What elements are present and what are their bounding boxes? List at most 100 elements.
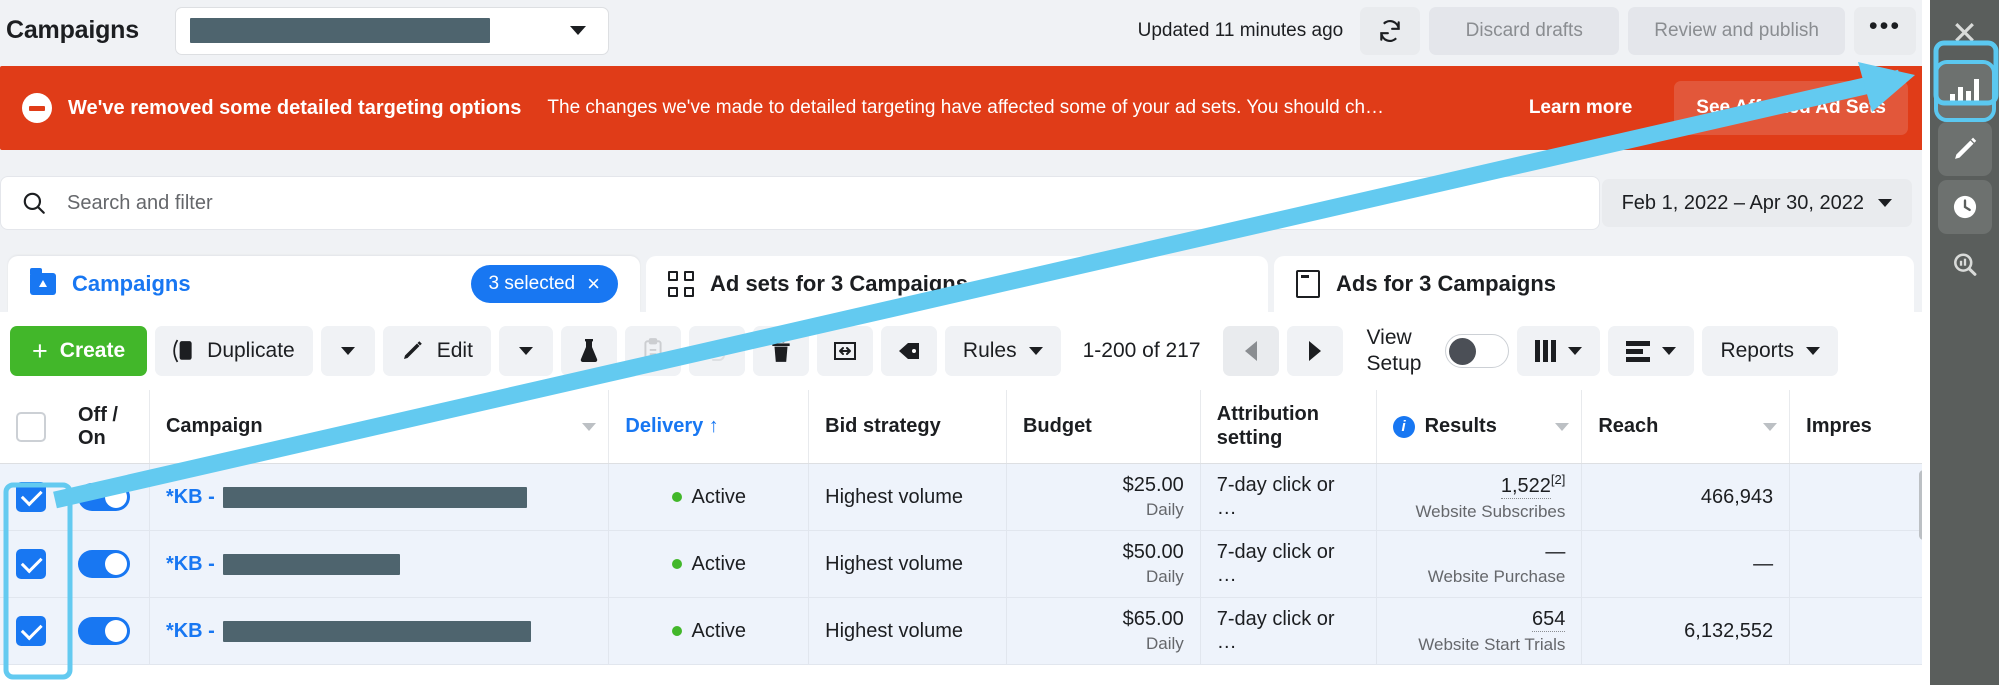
- edit-button[interactable]: Edit: [382, 326, 491, 376]
- row-campaign-name[interactable]: *KB -: [150, 531, 610, 597]
- review-and-publish-button[interactable]: Review and publish: [1628, 6, 1845, 55]
- create-button[interactable]: + Create: [10, 326, 148, 376]
- row-attribution: 7-day click or …: [1201, 464, 1377, 530]
- tab-ads[interactable]: Ads for 3 Campaigns: [1274, 256, 1914, 312]
- learn-more-link[interactable]: Learn more: [1529, 97, 1632, 119]
- delete-button[interactable]: [752, 326, 809, 376]
- breakdown-icon: [1626, 340, 1651, 362]
- table-row[interactable]: *KB - Active Highest volume $25.00 Daily…: [0, 464, 1930, 531]
- column-header-delivery[interactable]: Delivery ↑: [609, 390, 810, 463]
- pencil-icon: [1954, 137, 1976, 159]
- budget-amount: $25.00: [1122, 474, 1184, 496]
- refresh-button[interactable]: [1360, 6, 1421, 55]
- on-off-switch[interactable]: [78, 483, 130, 511]
- clipboard-button[interactable]: [624, 326, 681, 376]
- search-icon: [23, 192, 45, 214]
- results-footnote: [2]: [1550, 472, 1566, 488]
- column-header-attribution-setting: Attribution setting: [1201, 390, 1377, 463]
- checkbox-icon[interactable]: [16, 411, 46, 442]
- see-affected-ad-sets-button[interactable]: See Affected Ad Sets: [1674, 81, 1908, 135]
- row-delivery: Active: [609, 531, 810, 597]
- sidebar-item-inspect[interactable]: [1938, 238, 1992, 292]
- chevron-down-icon[interactable]: [1555, 422, 1570, 431]
- table-header-row: Off / On Campaign Delivery ↑ Bid strateg…: [0, 390, 1930, 464]
- column-header-campaign[interactable]: Campaign: [150, 390, 610, 463]
- bar-chart-icon: [1950, 79, 1979, 103]
- chevron-down-icon: [340, 347, 355, 355]
- clock-icon: [1953, 195, 1976, 219]
- app-root: Campaigns Updated 11 minutes ago Discard…: [0, 0, 1999, 685]
- columns-button[interactable]: [1517, 326, 1601, 376]
- reports-label: Reports: [1720, 339, 1794, 362]
- sidebar-item-charts[interactable]: [1933, 60, 1996, 122]
- row-bid-strategy: Highest volume: [809, 531, 1007, 597]
- edit-dropdown-button[interactable]: [498, 326, 553, 376]
- view-setup-toggle[interactable]: [1445, 334, 1510, 368]
- more-options-button[interactable]: •••: [1854, 6, 1916, 55]
- account-selector[interactable]: [174, 6, 609, 55]
- tab-ad-sets[interactable]: Ad sets for 3 Campaigns: [646, 256, 1268, 312]
- budget-period: Daily: [1145, 567, 1184, 586]
- entity-tabs: Campaigns 3 selected × Ad sets for 3 Cam…: [0, 250, 1930, 312]
- discard-drafts-button[interactable]: Discard drafts: [1429, 6, 1620, 55]
- checkbox-checked-icon[interactable]: [16, 482, 46, 512]
- row-impressions: [1790, 598, 1930, 664]
- duplicate-button[interactable]: Duplicate: [155, 326, 313, 376]
- rules-button[interactable]: Rules: [944, 326, 1061, 376]
- checkbox-checked-icon[interactable]: [16, 616, 46, 646]
- results-type: Website Purchase: [1427, 567, 1566, 586]
- column-header-reach[interactable]: Reach: [1582, 390, 1791, 463]
- export-button[interactable]: [816, 326, 873, 376]
- row-campaign-name[interactable]: *KB -: [150, 464, 610, 530]
- column-header-budget: Budget: [1007, 390, 1201, 463]
- budget-period: Daily: [1145, 500, 1184, 519]
- search-input[interactable]: Search and filter: [0, 176, 1600, 230]
- close-icon[interactable]: ×: [587, 273, 600, 295]
- sidebar-divider: [1922, 0, 1930, 685]
- row-results: 1,522[2] Website Subscribes: [1377, 464, 1583, 530]
- date-range-label: Feb 1, 2022 – Apr 30, 2022: [1621, 191, 1864, 214]
- row-checkbox[interactable]: [0, 598, 62, 664]
- checkbox-checked-icon[interactable]: [16, 549, 46, 579]
- row-impressions: [1790, 531, 1930, 597]
- row-toggle[interactable]: [62, 464, 150, 530]
- budget-amount: $65.00: [1122, 608, 1184, 630]
- date-range-picker[interactable]: Feb 1, 2022 – Apr 30, 2022: [1601, 179, 1912, 227]
- tab-campaigns[interactable]: Campaigns 3 selected ×: [8, 256, 640, 312]
- row-toggle[interactable]: [62, 531, 150, 597]
- tag-icon: [898, 343, 919, 359]
- column-header-results[interactable]: i Results: [1377, 390, 1583, 463]
- reports-button[interactable]: Reports: [1702, 326, 1838, 376]
- status-dot-active: [671, 559, 682, 569]
- info-icon[interactable]: i: [1392, 415, 1415, 438]
- duplicate-dropdown-button[interactable]: [320, 326, 375, 376]
- selected-count-badge[interactable]: 3 selected ×: [470, 265, 618, 303]
- tab-ads-label: Ads for 3 Campaigns: [1336, 271, 1557, 296]
- undo-button[interactable]: [688, 326, 745, 376]
- select-all-header[interactable]: [0, 390, 62, 463]
- sidebar-item-history[interactable]: [1937, 180, 1992, 234]
- row-toggle[interactable]: [62, 598, 150, 664]
- chevron-down-icon[interactable]: [1763, 422, 1778, 431]
- chevron-down-icon: [1878, 199, 1892, 207]
- grid-icon: [668, 271, 694, 297]
- tag-button[interactable]: [880, 326, 937, 376]
- next-page-button[interactable]: [1286, 326, 1343, 376]
- table-row[interactable]: *KB - Active Highest volume $50.00 Daily…: [0, 531, 1930, 598]
- row-campaign-name[interactable]: *KB -: [150, 598, 610, 664]
- row-checkbox[interactable]: [0, 464, 62, 530]
- tab-campaigns-label: Campaigns: [72, 271, 191, 296]
- ab-test-button[interactable]: [560, 326, 617, 376]
- on-off-switch[interactable]: [78, 617, 130, 645]
- sidebar-item-edit[interactable]: [1937, 122, 1992, 176]
- ads-icon: [1296, 270, 1320, 298]
- previous-page-button[interactable]: [1222, 326, 1279, 376]
- table-row[interactable]: *KB - Active Highest volume $65.00 Daily…: [0, 598, 1930, 665]
- close-panel-button[interactable]: ✕: [1938, 6, 1992, 60]
- on-off-switch[interactable]: [78, 550, 130, 578]
- top-bar: Campaigns Updated 11 minutes ago Discard…: [0, 0, 1930, 61]
- triangle-right-icon: [1308, 341, 1321, 361]
- breakdown-button[interactable]: [1608, 326, 1695, 376]
- chevron-down-icon[interactable]: [582, 422, 597, 431]
- row-checkbox[interactable]: [0, 531, 62, 597]
